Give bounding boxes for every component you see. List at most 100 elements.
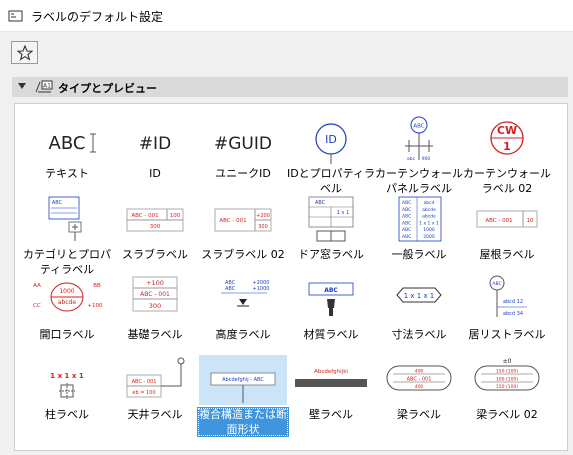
- label-type-name: 壁ラベル: [309, 408, 353, 421]
- text-preview-icon: ABC: [23, 114, 111, 164]
- svg-text:abcde: abcde: [58, 299, 77, 306]
- svg-text:ABC - 001: ABC - 001: [407, 377, 432, 383]
- label-type-tile[interactable]: ABC テキスト: [23, 114, 111, 198]
- label-type-tile[interactable]: ABC 材質ラベル: [287, 275, 375, 359]
- svg-text:ID: ID: [325, 133, 337, 146]
- svg-text:abcd 12: abcd 12: [503, 299, 523, 305]
- label-type-name: ドア窓ラベル: [298, 248, 364, 261]
- svg-text:abcde: abcde: [422, 207, 436, 213]
- label-app-icon: [8, 10, 23, 22]
- svg-text:100 (100): 100 (100): [496, 377, 518, 383]
- svg-text:±0: ±0: [503, 358, 512, 365]
- svg-text:1000: 1000: [423, 227, 435, 233]
- svg-text:#GUID: #GUID: [214, 134, 272, 154]
- svg-text:300: 300: [258, 224, 268, 230]
- svg-text:300: 300: [149, 302, 161, 310]
- label-type-name: IDとプロパティラベル: [286, 167, 376, 195]
- svg-text:1 x 1: 1 x 1: [337, 210, 350, 216]
- label-type-name: テキスト: [45, 167, 89, 180]
- svg-text:400: 400: [415, 384, 424, 390]
- label-type-tile[interactable]: ABC +2000 ABC +1000 高度ラベル: [199, 275, 287, 359]
- label-type-name: 材質ラベル: [303, 328, 359, 341]
- door-preview-icon: ABC 1 x 1: [287, 195, 375, 245]
- zone-preview-icon: ABC abcd 12 abcd 34: [463, 275, 551, 325]
- svg-text:ABC: ABC: [52, 200, 63, 206]
- label-type-name: 複合構造または断面形状: [197, 407, 289, 437]
- label-type-tile[interactable]: ABC ABC ABC ABC ABC ABC abcd abcde abcde 1 x 1 x …: [375, 195, 463, 279]
- label-type-tile[interactable]: ABC 1 x 1 ドア窓ラベル: [287, 195, 375, 279]
- svg-text:ABC: ABC: [402, 220, 411, 226]
- svg-text:ABC: ABC: [402, 207, 411, 213]
- section-label: タイプとプレビュー: [58, 82, 157, 95]
- svg-text:CW: CW: [497, 124, 517, 137]
- label-type-tile[interactable]: Abcdefghij - ABC 複合構造または断面形状: [197, 355, 289, 439]
- label-type-tile[interactable]: ABC - 001 100 300 スラブラベル: [111, 195, 199, 279]
- label-type-name: ID: [149, 167, 161, 180]
- label-type-grid: ABC テキスト #ID ID #GUID ユニークID ID IDとプロパティラベル ABC a…: [14, 103, 568, 451]
- material-preview-icon: ABC: [287, 275, 375, 325]
- label-type-name: ユニークID: [215, 167, 271, 180]
- composite-preview-icon: Abcdefghij - ABC: [199, 355, 287, 405]
- svg-text:+200: +200: [256, 213, 270, 219]
- wall-preview-icon: Abcdefghijkl: [287, 355, 375, 405]
- label-type-tile[interactable]: CW 1 カーテンウォールラベル 02: [463, 114, 551, 198]
- svg-text:CC: CC: [33, 303, 41, 309]
- label-type-name: カーテンウォールラベル 02: [463, 167, 551, 195]
- label-type-name: 高度ラベル: [215, 328, 271, 341]
- label-type-tile[interactable]: 1 x 1 x 1 寸法ラベル: [375, 275, 463, 359]
- label-type-tile[interactable]: ABC - 001 eb = 100 天井ラベル: [111, 355, 199, 439]
- svg-text:ABC: ABC: [413, 124, 424, 130]
- label-type-tile[interactable]: ABC abc 900 カーテンウォールパネルラベル: [375, 114, 463, 198]
- guid-preview-icon: #GUID: [199, 114, 287, 164]
- label-type-name: 開口ラベル: [39, 328, 95, 341]
- svg-text:Abcdefghijkl: Abcdefghijkl: [314, 369, 348, 375]
- title-bar: ラベルのデフォルト設定: [0, 0, 573, 32]
- label-type-tile[interactable]: ABC カテゴリとプロパティラベル: [23, 195, 111, 279]
- svg-text:ABC: ABC: [324, 287, 338, 294]
- collapse-triangle-icon[interactable]: [18, 83, 26, 89]
- label-type-name: 一般ラベル: [391, 248, 447, 261]
- type-preview-section-header[interactable]: A1 タイプとプレビュー: [12, 77, 568, 97]
- svg-text:ABC - 001: ABC - 001: [131, 213, 158, 219]
- svg-text:900: 900: [422, 156, 431, 162]
- label-type-tile[interactable]: #ID ID: [111, 114, 199, 198]
- svg-text:2000: 2000: [423, 234, 435, 240]
- label-type-tile[interactable]: ±0 150 (100) 100 (100) 150 (100) 梁ラベル 02: [463, 355, 551, 439]
- svg-text:ABC - 001: ABC - 001: [485, 218, 512, 224]
- foundation-preview-icon: +100 ABC - 001 300: [111, 275, 199, 325]
- cw-preview-icon: CW 1: [463, 114, 551, 164]
- svg-text:1: 1: [503, 140, 511, 153]
- label-type-tile[interactable]: ABC - 001 10 屋根ラベル: [463, 195, 551, 279]
- svg-text:ABC - 001: ABC - 001: [219, 218, 246, 224]
- label-type-tile[interactable]: 1000 abcde AA BB CC +100 開口ラベル: [23, 275, 111, 359]
- svg-text:1 x 1 x 1: 1 x 1 x 1: [404, 292, 435, 300]
- svg-text:ABC: ABC: [402, 234, 411, 240]
- label-type-tile[interactable]: +100 ABC - 001 300 基礎ラベル: [111, 275, 199, 359]
- label-type-name: 居リストラベル: [468, 328, 546, 341]
- favorites-button[interactable]: [11, 41, 38, 64]
- label-type-tile[interactable]: Abcdefghijkl 壁ラベル: [287, 355, 375, 439]
- svg-text:AA: AA: [33, 283, 41, 289]
- svg-text:ABC: ABC: [492, 281, 501, 287]
- svg-text:+100: +100: [146, 279, 164, 287]
- svg-text:ABC: ABC: [402, 227, 411, 233]
- label-type-tile[interactable]: ABC - 001 +200 300 スラブラベル 02: [199, 195, 287, 279]
- label-type-tile[interactable]: 1 x 1 x 1 柱ラベル: [23, 355, 111, 439]
- label-type-tile[interactable]: 400 ABC - 001 400 梁ラベル: [375, 355, 463, 439]
- svg-text:300: 300: [150, 224, 161, 230]
- svg-text:abcde: abcde: [422, 214, 436, 220]
- svg-text:Abcdefghij - ABC: Abcdefghij - ABC: [222, 377, 264, 383]
- svg-text:ABC: ABC: [225, 286, 236, 292]
- svg-text:400: 400: [415, 369, 424, 375]
- svg-text:ABC: ABC: [402, 200, 411, 206]
- window-title: ラベルのデフォルト設定: [31, 10, 164, 24]
- label-type-name: 柱ラベル: [45, 408, 89, 421]
- label-type-tile[interactable]: ID IDとプロパティラベル: [287, 114, 375, 198]
- svg-text:BB: BB: [93, 283, 101, 289]
- beam2-preview-icon: ±0 150 (100) 100 (100) 150 (100): [463, 355, 551, 405]
- svg-text:#ID: #ID: [139, 134, 171, 154]
- ceiling-preview-icon: ABC - 001 eb = 100: [111, 355, 199, 405]
- circle-id-preview-icon: ID: [287, 114, 375, 164]
- label-type-tile[interactable]: ABC abcd 12 abcd 34 居リストラベル: [463, 275, 551, 359]
- label-type-tile[interactable]: #GUID ユニークID: [199, 114, 287, 198]
